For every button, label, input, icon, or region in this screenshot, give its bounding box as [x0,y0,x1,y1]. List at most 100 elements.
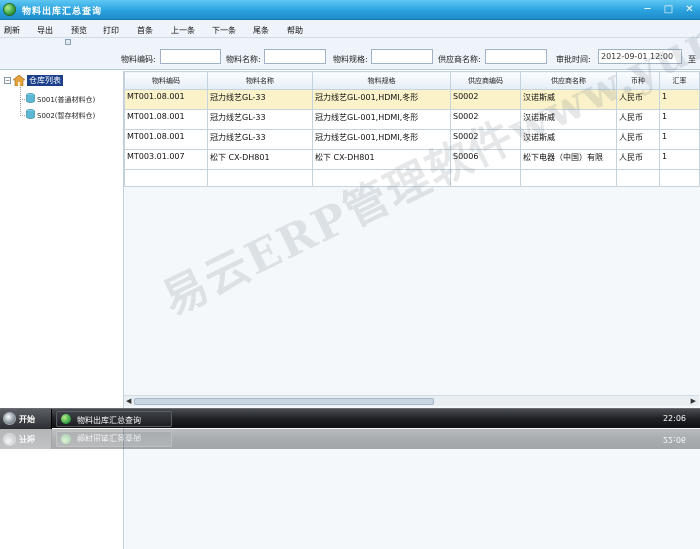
table-cell: S0002 [450,109,521,130]
search-bar: 物料编码: 物料名称: 物料规格: 供应商名称: 审批时间: 至 [0,38,700,70]
material-name-input[interactable] [264,49,326,64]
table-row[interactable]: MT001.08.001 冠力线艺GL-33 冠力线艺GL-001,HDMI,冬… [124,129,700,150]
menu-export[interactable]: 导出 [37,25,53,36]
column-header[interactable]: 物料规格 [312,71,451,90]
table-cell: 人民币 [616,149,660,170]
taskbar-reflection: 开始 物料出库汇总查询 22:06 [0,429,700,449]
tree-item-warehouse[interactable]: S001(普通材料仓) [37,95,95,105]
column-header[interactable]: 币种 [616,71,660,90]
material-code-label: 物料编码: [121,55,156,64]
table-cell: 冠力线艺GL-33 [207,109,313,130]
table-cell: 冠力线艺GL-001,HDMI,冬形 [312,89,451,110]
table-cell: 冠力线艺GL-001,HDMI,冬形 [312,109,451,130]
taskbar-app-button[interactable]: 物料出库汇总查询 [56,411,172,427]
title-bar: 物料出库汇总查询 ─ □ ✕ [0,0,700,20]
clock-reflection: 22:06 [662,435,686,444]
taskbar-app-label: 物料出库汇总查询 [77,416,141,425]
table-cell: S0006 [450,149,521,170]
results-grid-panel: 物料编码 物料名称 物料规格 供应商编码 供应商名称 币种 汇率 MT001.0… [124,71,700,549]
table-row-empty [124,169,700,187]
reflection-task: 物料出库汇总查询 [56,431,172,447]
menu-refresh[interactable]: 刷新 [4,25,20,36]
supplier-name-input[interactable] [485,49,547,64]
column-header[interactable]: 汇率 [659,71,700,90]
table-cell: MT003.01.007 [124,149,208,170]
table-cell: MT001.08.001 [124,129,208,150]
column-header[interactable]: 物料编码 [124,71,208,90]
menu-bar: 刷新 导出 预览 打印 首条 上一条 下一条 尾条 帮助 [0,20,700,38]
table-cell: 人民币 [616,109,660,130]
menu-help[interactable]: 帮助 [287,25,303,36]
windows-orb-icon [3,433,16,446]
start-label: 开始 [19,415,35,424]
column-header[interactable]: 供应商编码 [450,71,521,90]
home-icon [13,75,25,86]
windows-orb-icon [3,412,16,425]
table-cell: 冠力线艺GL-001,HDMI,冬形 [312,129,451,150]
results-table: 物料编码 物料名称 物料规格 供应商编码 供应商名称 币种 汇率 MT001.0… [124,71,700,187]
material-name-label: 物料名称: [226,55,261,64]
tree-connector [20,115,25,116]
table-cell: S0002 [450,129,521,150]
table-cell: 1 [659,89,700,110]
table-cell: MT001.08.001 [124,89,208,110]
table-cell: 松下电器（中国）有限 [520,149,617,170]
table-cell: 汉诺斯威 [520,89,617,110]
start-label-reflection: 开始 [19,434,35,443]
menu-last[interactable]: 尾条 [253,25,269,36]
to-label: 至 [688,55,696,64]
tree-root-warehouse-list[interactable]: 仓库列表 [27,75,63,86]
tree-collapse-icon[interactable]: − [4,77,11,84]
tree-connector [20,99,25,100]
table-cell: 人民币 [616,129,660,150]
window-title: 物料出库汇总查询 [22,7,103,17]
supplier-name-label: 供应商名称: [438,55,481,64]
table-cell: 汉诺斯威 [520,109,617,130]
column-header[interactable]: 物料名称 [207,71,313,90]
minimize-button[interactable]: ─ [640,2,655,17]
table-cell: 1 [659,109,700,130]
table-row[interactable]: MT001.08.001 冠力线艺GL-33 冠力线艺GL-001,HDMI,冬… [124,109,700,130]
table-cell: 冠力线艺GL-33 [207,89,313,110]
table-cell: 汉诺斯威 [520,129,617,150]
tree-item-warehouse[interactable]: S002(暂存材料仓) [37,111,95,121]
material-code-input[interactable] [160,49,221,64]
app-globe-icon [61,434,71,444]
table-cell: 1 [659,149,700,170]
table-cell: S0002 [450,89,521,110]
table-row[interactable]: MT001.08.001 冠力线艺GL-33 冠力线艺GL-001,HDMI,冬… [124,89,700,110]
close-button[interactable]: ✕ [682,2,697,17]
menu-print[interactable]: 打印 [103,25,119,36]
start-button[interactable]: 开始 [0,409,52,429]
approval-time-input[interactable] [598,49,682,64]
clock: 22:06 [662,414,686,423]
toolbar-handle-icon [65,39,71,45]
maximize-button[interactable]: □ [661,2,676,17]
scroll-left-icon[interactable]: ◀ [126,397,131,405]
reflection-start: 开始 [0,429,52,449]
menu-preview[interactable]: 预览 [71,25,87,36]
scrollbar-thumb[interactable] [134,398,434,405]
app-globe-icon [61,414,71,424]
material-spec-input[interactable] [371,49,433,64]
table-cell: MT001.08.001 [124,109,208,130]
approval-time-label: 审批时间: [556,55,591,64]
table-cell: 冠力线艺GL-33 [207,129,313,150]
database-icon [26,93,35,103]
table-cell: 松下 CX-DH801 [207,149,313,170]
table-cell: 松下 CX-DH801 [312,149,451,170]
menu-first[interactable]: 首条 [137,25,153,36]
material-spec-label: 物料规格: [333,55,368,64]
horizontal-scrollbar[interactable]: ◀ ▶ [124,395,699,406]
taskbar: 开始 物料出库汇总查询 22:06 [0,408,700,429]
menu-previous[interactable]: 上一条 [171,25,195,36]
menu-next[interactable]: 下一条 [212,25,236,36]
tree-connector [20,87,21,116]
database-icon [26,109,35,119]
table-row[interactable]: MT003.01.007 松下 CX-DH801 松下 CX-DH801 S00… [124,149,700,170]
app-globe-icon [3,3,16,16]
column-header[interactable]: 供应商名称 [520,71,617,90]
warehouse-tree-panel: − 仓库列表 S001(普通材料仓) S002(暂存材料仓) [0,71,124,549]
table-cell: 人民币 [616,89,660,110]
scroll-right-icon[interactable]: ▶ [691,397,696,405]
